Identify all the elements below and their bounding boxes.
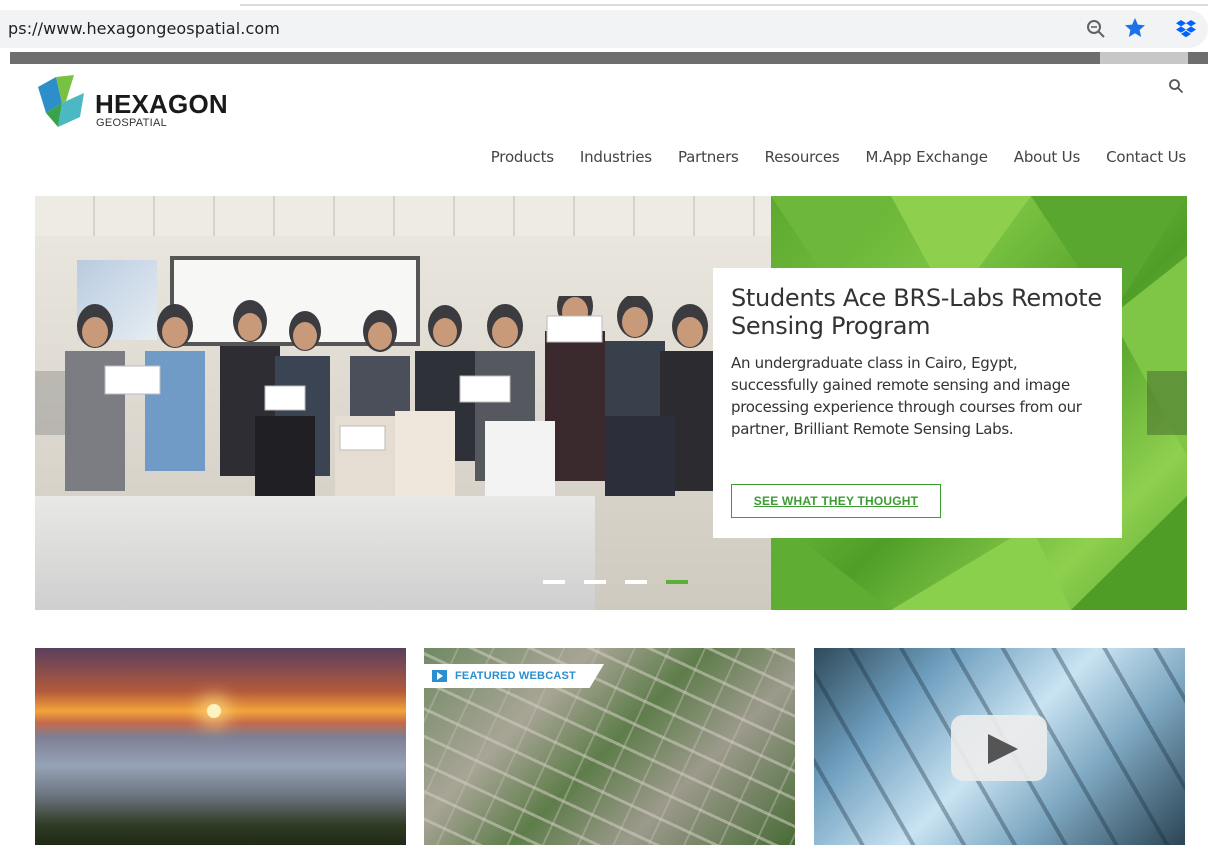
nav-resources[interactable]: Resources: [765, 148, 840, 166]
group-of-students: [65, 296, 720, 496]
carousel-dot-2[interactable]: [584, 580, 606, 584]
hero-title: Students Ace BRS-Labs Remote Sensing Pro…: [731, 284, 1102, 340]
page-scroll-strip: [10, 52, 1208, 64]
hexagon-logo[interactable]: HEXAGON GEOSPATIAL: [36, 73, 236, 131]
computer-desk: [35, 496, 595, 610]
nav-contact-us[interactable]: Contact Us: [1106, 148, 1186, 166]
video-play-icon: [432, 670, 447, 682]
address-bar[interactable]: ps://www.hexagongeospatial.com: [0, 10, 1208, 48]
main-navigation: Products Industries Partners Resources M…: [465, 148, 1186, 166]
nav-mapp-exchange[interactable]: M.App Exchange: [865, 148, 987, 166]
url-text[interactable]: ps://www.hexagongeospatial.com: [8, 19, 280, 38]
toolbar-divider: [240, 4, 1208, 6]
scroll-thumb[interactable]: [1100, 52, 1188, 64]
carousel-dot-3[interactable]: [625, 580, 647, 584]
nav-products[interactable]: Products: [491, 148, 554, 166]
ceiling: [35, 196, 775, 236]
carousel-indicators: [543, 580, 688, 584]
feature-card-video[interactable]: [814, 648, 1185, 845]
browser-toolbar: ps://www.hexagongeospatial.com: [0, 0, 1208, 50]
carousel-dot-4[interactable]: [666, 580, 688, 584]
nav-partners[interactable]: Partners: [678, 148, 739, 166]
logo-wordmark: HEXAGON: [95, 89, 228, 119]
carousel-dot-1[interactable]: [543, 580, 565, 584]
dropbox-extension-icon[interactable]: [1176, 18, 1196, 38]
nav-about-us[interactable]: About Us: [1014, 148, 1081, 166]
nav-industries[interactable]: Industries: [580, 148, 652, 166]
feature-card-sunset-city[interactable]: [35, 648, 406, 845]
hexagon-logo-icon: [38, 75, 84, 127]
bookmark-star-icon[interactable]: [1123, 16, 1147, 40]
featured-webcast-label: FEATURED WEBCAST: [455, 670, 576, 682]
hero-description: An undergraduate class in Cairo, Egypt, …: [731, 354, 1082, 438]
video-play-button[interactable]: [951, 715, 1047, 781]
see-what-they-thought-button[interactable]: SEE WHAT THEY THOUGHT: [731, 484, 941, 518]
site-search-icon[interactable]: [1168, 78, 1184, 94]
hero-caption-card: Students Ace BRS-Labs Remote Sensing Pro…: [713, 268, 1122, 538]
carousel-next-button[interactable]: [1147, 371, 1187, 435]
hero-photo-classroom: [35, 196, 775, 610]
hero-carousel: Students Ace BRS-Labs Remote Sensing Pro…: [35, 196, 1187, 610]
logo-subtitle: GEOSPATIAL: [96, 117, 168, 129]
carousel-prev-button[interactable]: [35, 371, 71, 435]
zoom-out-icon[interactable]: [1086, 19, 1106, 39]
sun: [207, 704, 221, 718]
featured-webcast-tag: FEATURED WEBCAST: [424, 664, 604, 688]
feature-card-webcast[interactable]: FEATURED WEBCAST: [424, 648, 795, 845]
